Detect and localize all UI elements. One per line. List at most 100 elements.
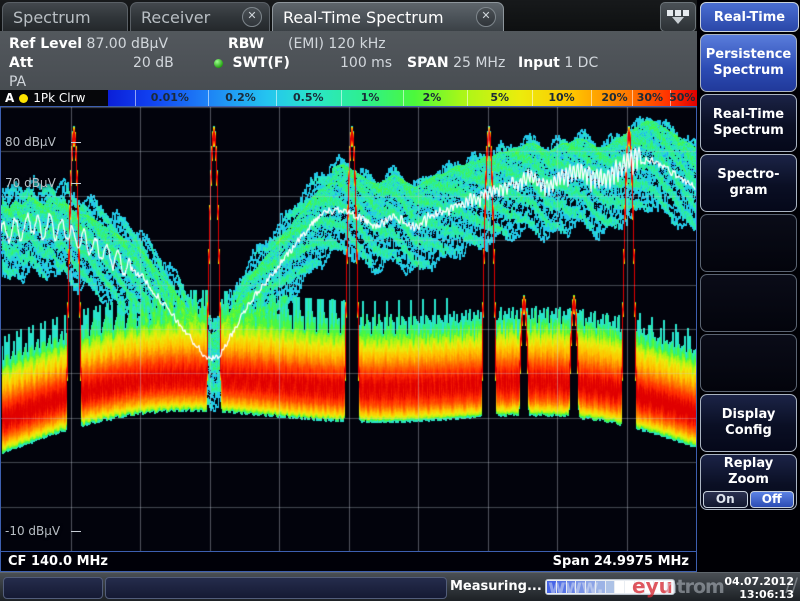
- softkey-empty-3: [700, 214, 797, 272]
- softkey-real-timespectrum[interactable]: Real-TimeSpectrum: [700, 94, 797, 152]
- rbw-label: RBW: [228, 36, 264, 52]
- tab-label: Real-Time Spectrum: [273, 8, 454, 27]
- progress-segment: [645, 581, 654, 593]
- att-label: Att: [9, 55, 33, 71]
- color-scale-tick: [467, 90, 468, 106]
- replay-zoom-toggle[interactable]: OnOff: [703, 491, 794, 508]
- tab-label: Receiver: [131, 8, 220, 27]
- color-scale-label: 0.2%: [225, 91, 256, 104]
- color-scale-tick: [341, 90, 342, 106]
- swt-value: 100 ms: [340, 55, 392, 71]
- softkey-spectro-gram[interactable]: Spectro-gram: [700, 154, 797, 212]
- color-scale-label: 20%: [601, 91, 627, 104]
- span-readout-label[interactable]: Span 24.9975 MHz: [553, 554, 689, 569]
- tab-bar: Spectrum Receiver ✕ Real-Time Spectrum ✕: [0, 0, 800, 31]
- ref-level-value: 87.00 dBµV: [87, 36, 169, 52]
- softkey-label-line1: Spectro-: [717, 167, 779, 183]
- span-value: 25 MHz: [453, 55, 505, 71]
- replay-zoom-off-option[interactable]: Off: [750, 491, 795, 508]
- rbw-value-wrap[interactable]: (EMI) 120 kHz: [288, 35, 386, 53]
- span-field[interactable]: SPAN 25 MHz: [407, 54, 505, 72]
- color-scale-label: 0.5%: [293, 91, 324, 104]
- softkey-label-line2: gram: [729, 183, 767, 199]
- color-scale-tick: [208, 90, 209, 106]
- ref-level-label: Ref Level: [9, 36, 82, 52]
- tab-label: Spectrum: [3, 8, 101, 27]
- instrument-screen: Spectrum Receiver ✕ Real-Time Spectrum ✕…: [0, 0, 800, 600]
- softkey-replay-zoom[interactable]: ReplayZoom OnOff: [700, 454, 797, 510]
- progress-segment: [625, 581, 634, 593]
- color-scale-tick: [276, 90, 277, 106]
- att-value: 20 dB: [133, 55, 174, 71]
- softkey-sidebar: Real-Time PersistenceSpectrumReal-TimeSp…: [697, 0, 800, 572]
- spectrum-canvas: [1, 107, 696, 551]
- date-time-readout: 04.07.2012 13:06:13: [724, 575, 794, 601]
- softkey-displayconfig[interactable]: DisplayConfig: [700, 394, 797, 452]
- pa-field[interactable]: PA: [9, 73, 26, 91]
- color-scale-label: 50%: [669, 91, 695, 104]
- color-scale-tick: [403, 90, 404, 106]
- progress-segment: [557, 581, 566, 593]
- y-axis-tick: [71, 142, 81, 143]
- color-scale-tick: [135, 90, 136, 106]
- replay-zoom-on-option[interactable]: On: [703, 491, 748, 508]
- swt-value-wrap[interactable]: 100 ms: [340, 54, 392, 72]
- color-scale-label: 1%: [361, 91, 380, 104]
- softkey-label-line2: Config: [725, 423, 772, 439]
- softkey-label-line1: Persistence: [706, 47, 792, 63]
- close-icon[interactable]: ✕: [242, 7, 262, 27]
- color-scale-label: 2%: [423, 91, 442, 104]
- progress-segment: [635, 581, 644, 593]
- rbw-label-wrap: RBW: [228, 35, 264, 53]
- status-toolbar-button-2[interactable]: [105, 577, 447, 599]
- status-bar: Measuring... 04.07.2012 13:06:13: [0, 572, 800, 601]
- tab-real-time-spectrum[interactable]: Real-Time Spectrum ✕: [272, 2, 504, 31]
- progress-segment: [596, 581, 605, 593]
- softkey-persistencespectrum[interactable]: PersistenceSpectrum: [700, 34, 797, 92]
- color-scale-label: 0.01%: [151, 91, 189, 104]
- time-label: 13:06:13: [724, 588, 794, 601]
- softkey-label-line1: Replay: [724, 456, 773, 472]
- sweep-status-led-icon: [214, 59, 223, 68]
- status-toolbar-button-1[interactable]: [3, 577, 103, 599]
- input-value: 1 DC: [564, 55, 598, 71]
- dots-glyph: [667, 10, 689, 16]
- swt-label-wrap: SWT(F): [214, 54, 290, 72]
- color-scale-label: 30%: [637, 91, 663, 104]
- persistence-color-scale[interactable]: 0.01%0.2%0.5%1%2%5%10%20%30%50%: [108, 90, 697, 106]
- measurement-progress-bar: [545, 579, 675, 595]
- softkey-label-line1: Real-Time: [713, 107, 784, 123]
- softkey-label-line2: Zoom: [728, 472, 769, 488]
- tab-receiver[interactable]: Receiver ✕: [130, 2, 270, 31]
- date-label: 04.07.2012: [724, 575, 794, 588]
- pa-label: PA: [9, 74, 26, 90]
- trace-color-dot-icon: [19, 94, 28, 103]
- y-axis-tick: [71, 183, 81, 184]
- persistence-spectrum-diagram[interactable]: 80 dBµV70 dBµV-10 dBµV: [0, 106, 697, 552]
- softkey-label-line1: Display: [722, 407, 776, 423]
- rbw-value: (EMI) 120 kHz: [288, 36, 386, 52]
- tab-spectrum[interactable]: Spectrum: [2, 2, 128, 31]
- color-scale-tick: [632, 90, 633, 106]
- trace-info[interactable]: A 1Pk Clrw: [0, 91, 108, 105]
- tab-menu-icon[interactable]: [660, 2, 696, 32]
- progress-segment: [547, 581, 556, 593]
- input-field[interactable]: Input 1 DC: [518, 54, 598, 72]
- softkey-empty-4: [700, 274, 797, 332]
- measurement-parameter-header: Ref Level 87.00 dBµV Att 20 dB PA RBW (E…: [0, 31, 697, 91]
- softkey-empty-5: [700, 334, 797, 392]
- color-scale-label: 5%: [490, 91, 509, 104]
- att-value-wrap[interactable]: 20 dB: [133, 54, 174, 72]
- softkey-menu-title: Real-Time: [700, 2, 799, 32]
- chevron-down-icon: [672, 17, 684, 24]
- window-letter: A: [5, 91, 14, 105]
- ref-level-field[interactable]: Ref Level 87.00 dBµV: [9, 35, 168, 53]
- progress-segment: [615, 581, 624, 593]
- softkey-label-line2: Spectrum: [713, 63, 784, 79]
- input-label: Input: [518, 55, 560, 71]
- center-frequency-label[interactable]: CF 140.0 MHz: [8, 554, 108, 569]
- close-icon[interactable]: ✕: [476, 7, 496, 27]
- progress-segment: [664, 581, 673, 593]
- progress-segment: [567, 581, 576, 593]
- softkey-label-line2: Spectrum: [713, 123, 784, 139]
